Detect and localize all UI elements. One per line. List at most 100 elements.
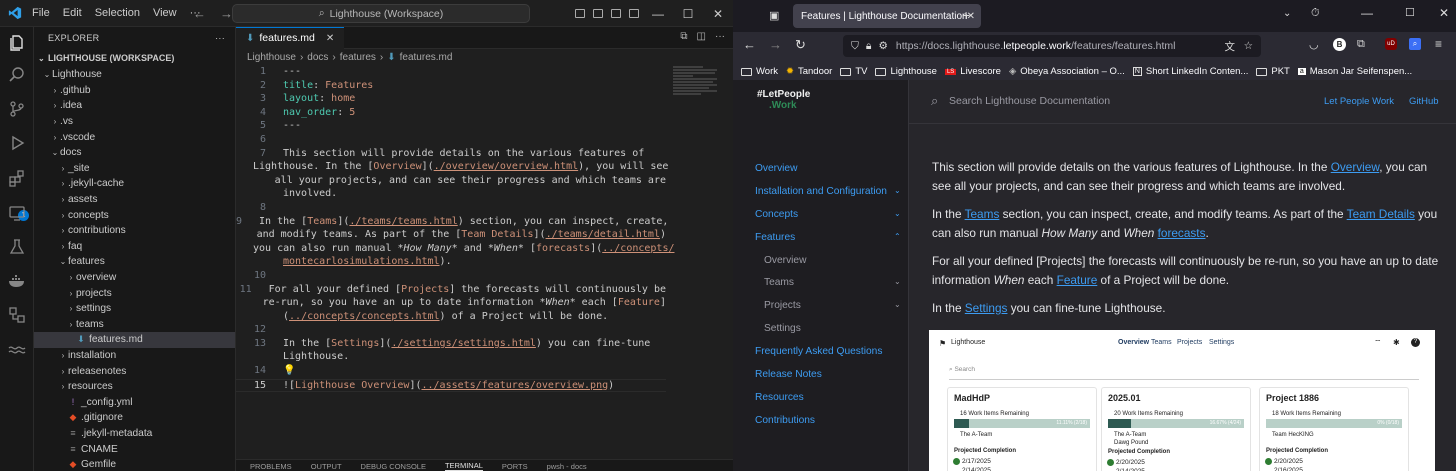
toggle-panel-icon[interactable] [593,9,603,18]
tree-folder[interactable]: › assets [34,192,235,208]
remote-explorer-icon[interactable] [7,203,27,223]
extensions-icon[interactable] [7,169,27,189]
link-teams[interactable]: Teams [965,207,1000,221]
minimize-icon[interactable]: — [1361,6,1373,20]
breadcrumb-item[interactable]: docs [307,52,328,63]
ublock-icon[interactable]: uD [1385,38,1397,50]
nav-sub-teams[interactable]: Teams [764,277,794,288]
tree-folder[interactable]: › faq [34,239,235,255]
docs-search-input[interactable]: Search Lighthouse Documentation [949,95,1110,107]
maximize-icon[interactable]: ☐ [673,7,703,21]
run-debug-icon[interactable] [7,133,27,153]
tree-file[interactable]: ◆ Gemfile [34,457,235,471]
tree-file[interactable]: ≡ .jekyll-metadata [34,426,235,442]
pocket-icon[interactable]: ◡ [1309,38,1319,51]
bookmark-tv[interactable]: TV [840,66,867,77]
chevron-down-icon[interactable]: ⌄ [894,300,901,309]
testing-flask-icon[interactable] [7,237,27,257]
translate-icon[interactable]: 文 [1225,39,1236,54]
tree-folder[interactable]: ⌄ features [34,254,235,270]
toggle-primary-sidebar-icon[interactable] [575,9,585,18]
lock-icon[interactable]: 🔒︎ [866,40,872,53]
tree-folder[interactable]: › .jekyll-cache [34,176,235,192]
chevron-down-icon[interactable]: ⌄ [894,186,901,195]
minimize-icon[interactable]: — [643,7,673,21]
nav-sub-settings[interactable]: Settings [764,323,801,334]
bookmark-pkt[interactable]: PKT [1256,66,1290,77]
menu-selection[interactable]: Selection [95,7,140,19]
customize-layout-icon[interactable] [629,9,639,18]
tree-folder[interactable]: › installation [34,348,235,364]
url-bar[interactable]: ⛉ 🔒︎ ⚙ https://docs.lighthouse.letpeople… [843,35,1261,57]
nav-contributions[interactable]: Contributions [755,415,815,426]
panel-tab-terminal[interactable]: TERMINAL [444,461,483,471]
search-extension-icon[interactable]: ⌕ [1409,38,1421,50]
menu-icon[interactable]: ≡ [1435,37,1442,51]
reload-icon[interactable]: ↻ [795,37,806,53]
code-editor[interactable]: 1 --- 2 title: Features 3 layout: home 4 nav… [236,66,674,393]
link-let-people-work[interactable]: Let People Work [1324,96,1394,107]
permissions-icon[interactable]: ⚙ [878,40,887,52]
tree-folder[interactable]: › contributions [34,223,235,239]
chevron-down-icon[interactable]: ⌄ [894,209,901,218]
more-actions-icon[interactable]: ··· [215,33,225,43]
back-arrow-icon[interactable]: ← [743,37,756,52]
search-icon[interactable] [7,65,27,85]
panel-tab-output[interactable]: OUTPUT [311,462,342,471]
tree-file[interactable]: ⬇ features.md [34,332,235,348]
new-tab-icon[interactable]: + [962,7,970,23]
bookmark-work[interactable]: Work [741,66,778,77]
tree-folder[interactable]: › .vscode [34,129,235,145]
extensions-icon[interactable]: ⧉ [1357,38,1365,51]
chevron-down-icon[interactable]: ⌄ [894,277,901,286]
link-team-details[interactable]: Team Details [1347,207,1415,221]
chevron-up-icon[interactable]: ⌃ [894,232,901,241]
bookmark-lighthouse[interactable]: Lighthouse [875,66,937,77]
bookmark-mason-jar[interactable]: a Mason Jar Seifenspen... [1297,66,1412,77]
panel-tab-ports[interactable]: PORTS [502,462,528,471]
link-settings[interactable]: Settings [965,301,1008,315]
tree-folder[interactable]: › releasenotes [34,363,235,379]
toggle-secondary-sidebar-icon[interactable] [611,9,621,18]
bookmark-livescore[interactable]: LS Livescore [944,66,1001,77]
close-window-icon[interactable]: ✕ [1439,6,1449,20]
tree-folder[interactable]: › overview [34,270,235,286]
nav-faq[interactable]: Frequently Asked Questions [755,346,882,357]
bookmark-star-icon[interactable]: ☆ [1244,40,1253,52]
nav-sub-overview[interactable]: Overview [764,255,806,266]
minimap[interactable] [673,66,721,106]
list-tabs-icon[interactable]: ⌄ [1283,8,1291,19]
tree-folder[interactable]: › concepts [34,207,235,223]
command-center[interactable]: ⌕ Lighthouse (Workspace) [232,4,530,23]
docker-icon[interactable] [7,271,27,291]
tree-folder[interactable]: › .vs [34,114,235,130]
tree-folder[interactable]: › resources [34,379,235,395]
tree-folder[interactable]: › settings [34,301,235,317]
source-control-icon[interactable] [7,99,27,119]
tree-file[interactable]: ≡ CNAME [34,441,235,457]
nav-sub-projects[interactable]: Projects [764,300,801,311]
panel-tab-debug-console[interactable]: DEBUG CONSOLE [361,462,426,471]
tree-folder[interactable]: ⌄ Lighthouse [34,67,235,83]
tree-folder[interactable]: › .github [34,83,235,99]
nav-overview[interactable]: Overview [755,163,797,174]
tree-folder[interactable]: › _site [34,161,235,177]
explorer-files-icon[interactable] [7,33,27,53]
project-manager-icon[interactable] [7,305,27,325]
breadcrumb-item[interactable]: features.md [400,52,453,63]
tree-folder[interactable]: › teams [34,317,235,333]
back-arrow-icon[interactable]: ← [193,6,206,21]
tree-folder[interactable]: › projects [34,285,235,301]
bookmark-tandoor[interactable]: ✹ Tandoor [786,66,832,77]
nav-concepts[interactable]: Concepts [755,209,798,220]
shield-icon[interactable]: ⛉ [851,40,859,53]
timer-icon[interactable]: ⏱ [1311,7,1320,20]
close-icon[interactable]: ✕ [703,7,733,21]
bookmark-linkedin-content[interactable]: N Short LinkedIn Conten... [1132,66,1248,77]
link-feature[interactable]: Feature [1057,273,1098,287]
bookmark-obeya[interactable]: ◈ Obeya Association – O... [1009,66,1125,77]
split-editor-icon[interactable]: ◫ [697,31,706,42]
wave-extension-icon[interactable] [7,339,27,359]
breadcrumb-item[interactable]: Lighthouse [247,52,296,63]
browser-tab-active[interactable]: Features | Lighthouse Documentation ✕ [793,4,981,28]
